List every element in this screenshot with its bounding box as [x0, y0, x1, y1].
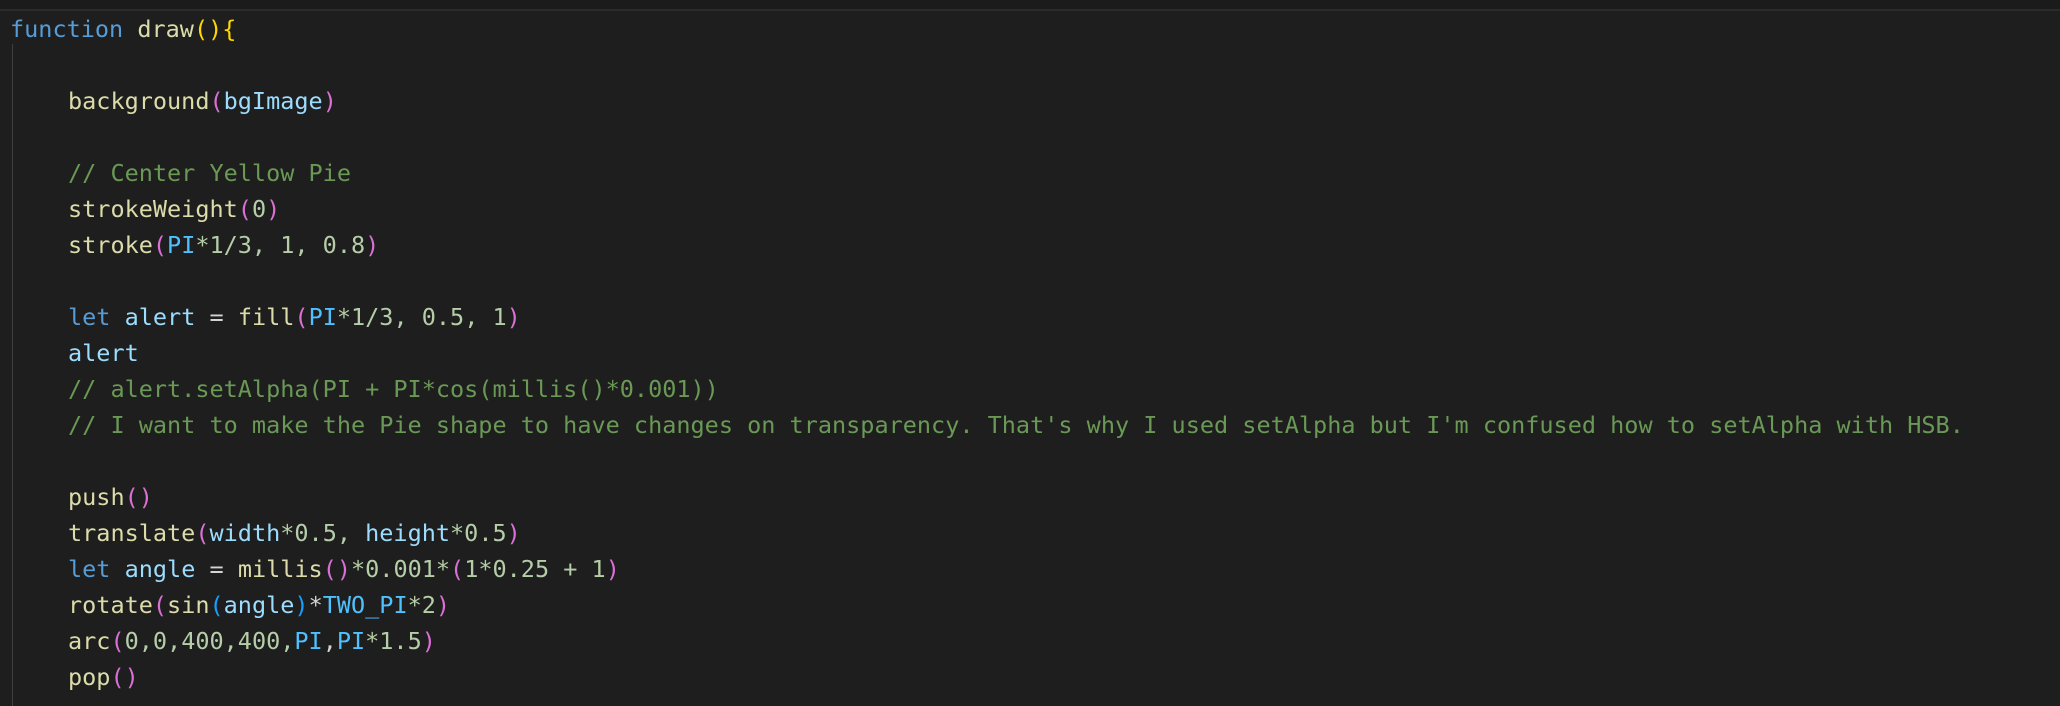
- code-line-15[interactable]: translate(width*0.5, height*0.5): [10, 515, 521, 551]
- paren-close: ): [506, 519, 521, 547]
- expr-part: *0.5: [450, 519, 507, 547]
- keyword-let: let: [68, 555, 111, 583]
- args-rest: *1/3, 1, 0.8: [195, 231, 366, 259]
- code-line-1[interactable]: function draw(){: [10, 11, 236, 47]
- paren-pair: (): [124, 483, 153, 511]
- call-translate: translate: [68, 519, 196, 547]
- expr-part: *0.001*: [351, 555, 451, 583]
- paren-close: ): [266, 195, 281, 223]
- code-line-18[interactable]: arc(0,0,400,400,PI,PI*1.5): [10, 623, 436, 659]
- assign-operator: =: [195, 555, 238, 583]
- const-pi: PI: [167, 231, 196, 259]
- expr-part: *2: [407, 591, 436, 619]
- call-sin: sin: [167, 591, 210, 619]
- paren-open: (: [152, 231, 168, 259]
- expr-part: 1*0.25 + 1: [464, 555, 606, 583]
- var-angle: angle: [124, 555, 196, 583]
- code-line-19[interactable]: pop(): [10, 659, 139, 695]
- open-brace: {: [222, 15, 237, 43]
- args-rest: *1/3, 0.5, 1: [336, 303, 507, 331]
- code-line-14[interactable]: push(): [10, 479, 153, 515]
- call-push: push: [68, 483, 125, 511]
- expr-part: *0.5,: [280, 519, 366, 547]
- call-fill: fill: [237, 303, 295, 331]
- paren-pair: (): [110, 663, 139, 691]
- call-strokeweight: strokeWeight: [68, 195, 238, 223]
- editor-top-border: [0, 0, 2060, 11]
- arg-bgimage: bgImage: [223, 87, 323, 115]
- args-numbers: 0,0,400,400,: [124, 627, 295, 655]
- code-line-9[interactable]: let alert = fill(PI*1/3, 0.5, 1): [10, 299, 521, 335]
- paren-pair: (): [322, 555, 351, 583]
- code-line-17[interactable]: rotate(sin(angle)*TWO_PI*2): [10, 587, 450, 623]
- paren-open: (: [237, 195, 252, 223]
- paren-pair: (): [193, 15, 223, 43]
- call-rotate: rotate: [68, 591, 153, 619]
- paren-open: (: [195, 519, 210, 547]
- code-line-10[interactable]: alert: [10, 335, 139, 371]
- paren-open: (: [209, 87, 224, 115]
- keyword-let: let: [68, 303, 111, 331]
- paren-close: ): [435, 591, 451, 619]
- var-alert: alert: [124, 303, 196, 331]
- const-pi: PI: [336, 627, 366, 655]
- paren-close: ): [605, 555, 620, 583]
- code-line-16[interactable]: let angle = millis()*0.001*(1*0.25 + 1): [10, 551, 620, 587]
- expr-part: *1.5: [365, 627, 422, 655]
- const-pi: PI: [294, 627, 323, 655]
- const-pi: PI: [308, 303, 337, 331]
- paren-open: (: [152, 591, 168, 619]
- var-alert: alert: [68, 339, 139, 367]
- code-line-12-comment[interactable]: // I want to make the Pie shape to have …: [10, 407, 1964, 443]
- const-two-pi: TWO_PI: [322, 591, 408, 619]
- code-editor[interactable]: function draw(){ background(bgImage) // …: [0, 0, 2060, 706]
- arg-number: 0: [251, 195, 267, 223]
- code-line-7[interactable]: stroke(PI*1/3, 1, 0.8): [10, 227, 379, 263]
- paren-open: (: [450, 555, 465, 583]
- code-line-3[interactable]: background(bgImage): [10, 83, 337, 119]
- assign-operator: =: [195, 303, 238, 331]
- code-line-11-comment[interactable]: // alert.setAlpha(PI + PI*cos(millis()*0…: [10, 371, 719, 407]
- paren-open: (: [110, 627, 125, 655]
- code-line-5-comment[interactable]: // Center Yellow Pie: [10, 155, 351, 191]
- paren-open: (: [209, 591, 224, 619]
- paren-open: (: [294, 303, 309, 331]
- call-millis: millis: [237, 555, 323, 583]
- operator: *: [308, 591, 323, 619]
- paren-close: ): [322, 87, 337, 115]
- var-width: width: [209, 519, 281, 547]
- paren-close: ): [506, 303, 521, 331]
- call-stroke: stroke: [68, 231, 153, 259]
- call-arc: arc: [68, 627, 111, 655]
- paren-close: ): [294, 591, 309, 619]
- var-height: height: [365, 519, 451, 547]
- call-background: background: [68, 87, 210, 115]
- keyword-function: function: [10, 15, 124, 43]
- var-angle: angle: [223, 591, 295, 619]
- comma: ,: [322, 627, 337, 655]
- paren-close: ): [421, 627, 436, 655]
- paren-close: ): [365, 231, 380, 259]
- code-line-6[interactable]: strokeWeight(0): [10, 191, 280, 227]
- call-pop: pop: [68, 663, 111, 691]
- function-name-draw: draw: [137, 15, 194, 43]
